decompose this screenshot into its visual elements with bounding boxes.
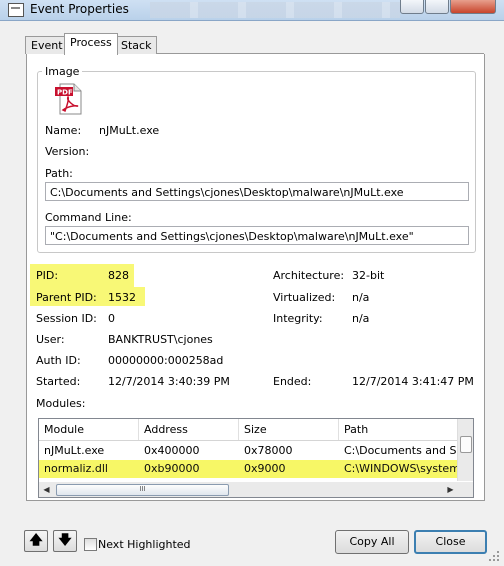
command-line-label: Command Line: <box>45 211 132 224</box>
command-line-field[interactable]: "C:\Documents and Settings\cjones\Deskto… <box>45 226 469 245</box>
auth-id-value: 00000000:000258ad <box>108 354 224 367</box>
column-header-address[interactable]: Address <box>139 419 239 440</box>
user-label: User: <box>36 333 65 346</box>
horizontal-scrollbar[interactable]: ◀ III ▶ <box>39 482 473 497</box>
path-cell: C:\Documents and Sett <box>344 444 458 457</box>
pid-value: 828 <box>108 269 129 282</box>
column-header-module[interactable]: Module <box>39 419 139 440</box>
scroll-right-arrow-icon[interactable]: ▶ <box>443 482 458 497</box>
module-cell: nJMuLt.exe <box>44 444 105 457</box>
next-highlighted-checkbox[interactable] <box>84 538 97 551</box>
copy-all-button[interactable]: Copy All <box>335 530 409 554</box>
tab-process[interactable]: Process <box>64 33 118 55</box>
modules-list[interactable]: Module Address Size Path nJMuLt.exe 0x40… <box>38 418 474 498</box>
session-id-value: 0 <box>108 312 115 325</box>
pdf-icon: PDF <box>55 83 82 115</box>
started-label: Started: <box>36 375 81 388</box>
column-header-path[interactable]: Path <box>339 419 458 440</box>
path-cell: C:\WINDOWS\system3 <box>344 462 458 475</box>
column-header-size[interactable]: Size <box>239 419 339 440</box>
close-window-button[interactable] <box>450 0 496 14</box>
down-arrow-icon: 🡇 <box>58 533 72 548</box>
tab-event[interactable]: Event <box>25 36 69 54</box>
ended-label: Ended: <box>273 375 312 388</box>
integrity-value: n/a <box>352 312 370 325</box>
pid-label: PID: <box>36 269 59 282</box>
architecture-label: Architecture: <box>273 269 345 282</box>
integrity-label: Integrity: <box>273 312 323 325</box>
virtualized-label: Virtualized: <box>273 291 336 304</box>
modules-header: Module Address Size Path <box>39 419 458 441</box>
modules-label: Modules: <box>36 397 86 410</box>
scroll-left-arrow-icon[interactable]: ◀ <box>39 482 54 497</box>
auth-id-label: Auth ID: <box>36 354 81 367</box>
background-window-blur <box>150 2 400 18</box>
up-arrow-icon: 🡅 <box>29 533 43 548</box>
ended-value: 12/7/2014 3:41:47 PM <box>352 375 474 388</box>
size-cell: 0x9000 <box>244 462 286 475</box>
path-field[interactable]: C:\Documents and Settings\cjones\Desktop… <box>45 182 469 201</box>
horizontal-scroll-thumb[interactable]: III <box>56 484 229 496</box>
architecture-value: 32-bit <box>352 269 385 282</box>
address-cell: 0x400000 <box>144 444 200 457</box>
svg-text:PDF: PDF <box>57 89 73 97</box>
maximize-button[interactable] <box>425 0 449 14</box>
previous-button[interactable]: 🡅 <box>24 530 48 552</box>
virtualized-value: n/a <box>352 291 370 304</box>
minimize-button[interactable] <box>400 0 424 14</box>
table-row[interactable]: nJMuLt.exe 0x400000 0x78000 C:\Documents… <box>39 442 458 460</box>
vertical-scrollbar[interactable] <box>457 419 473 481</box>
close-button[interactable]: Close <box>414 530 487 554</box>
path-label: Path: <box>45 167 73 180</box>
version-label: Version: <box>45 145 90 158</box>
table-row[interactable]: normaliz.dll 0xb90000 0x9000 C:\WINDOWS\… <box>39 460 458 478</box>
started-value: 12/7/2014 3:40:39 PM <box>108 375 230 388</box>
resize-grip-icon[interactable] <box>488 550 500 562</box>
user-value: BANKTRUST\cjones <box>108 333 213 346</box>
parent-pid-label: Parent PID: <box>36 291 97 304</box>
name-value: nJMuLt.exe <box>99 124 160 137</box>
address-cell: 0xb90000 <box>144 462 200 475</box>
parent-pid-value: 1532 <box>108 291 136 304</box>
window-title: Event Properties <box>30 2 129 16</box>
app-icon <box>8 3 24 17</box>
vertical-scroll-thumb[interactable] <box>460 436 472 453</box>
tab-stack[interactable]: Stack <box>115 36 158 54</box>
next-button[interactable]: 🡇 <box>53 530 77 552</box>
module-cell: normaliz.dll <box>44 462 108 475</box>
session-id-label: Session ID: <box>36 312 97 325</box>
name-label: Name: <box>45 124 82 137</box>
next-highlighted-label[interactable]: Next Highlighted <box>98 538 191 551</box>
image-group-label: Image <box>42 65 83 78</box>
size-cell: 0x78000 <box>244 444 293 457</box>
